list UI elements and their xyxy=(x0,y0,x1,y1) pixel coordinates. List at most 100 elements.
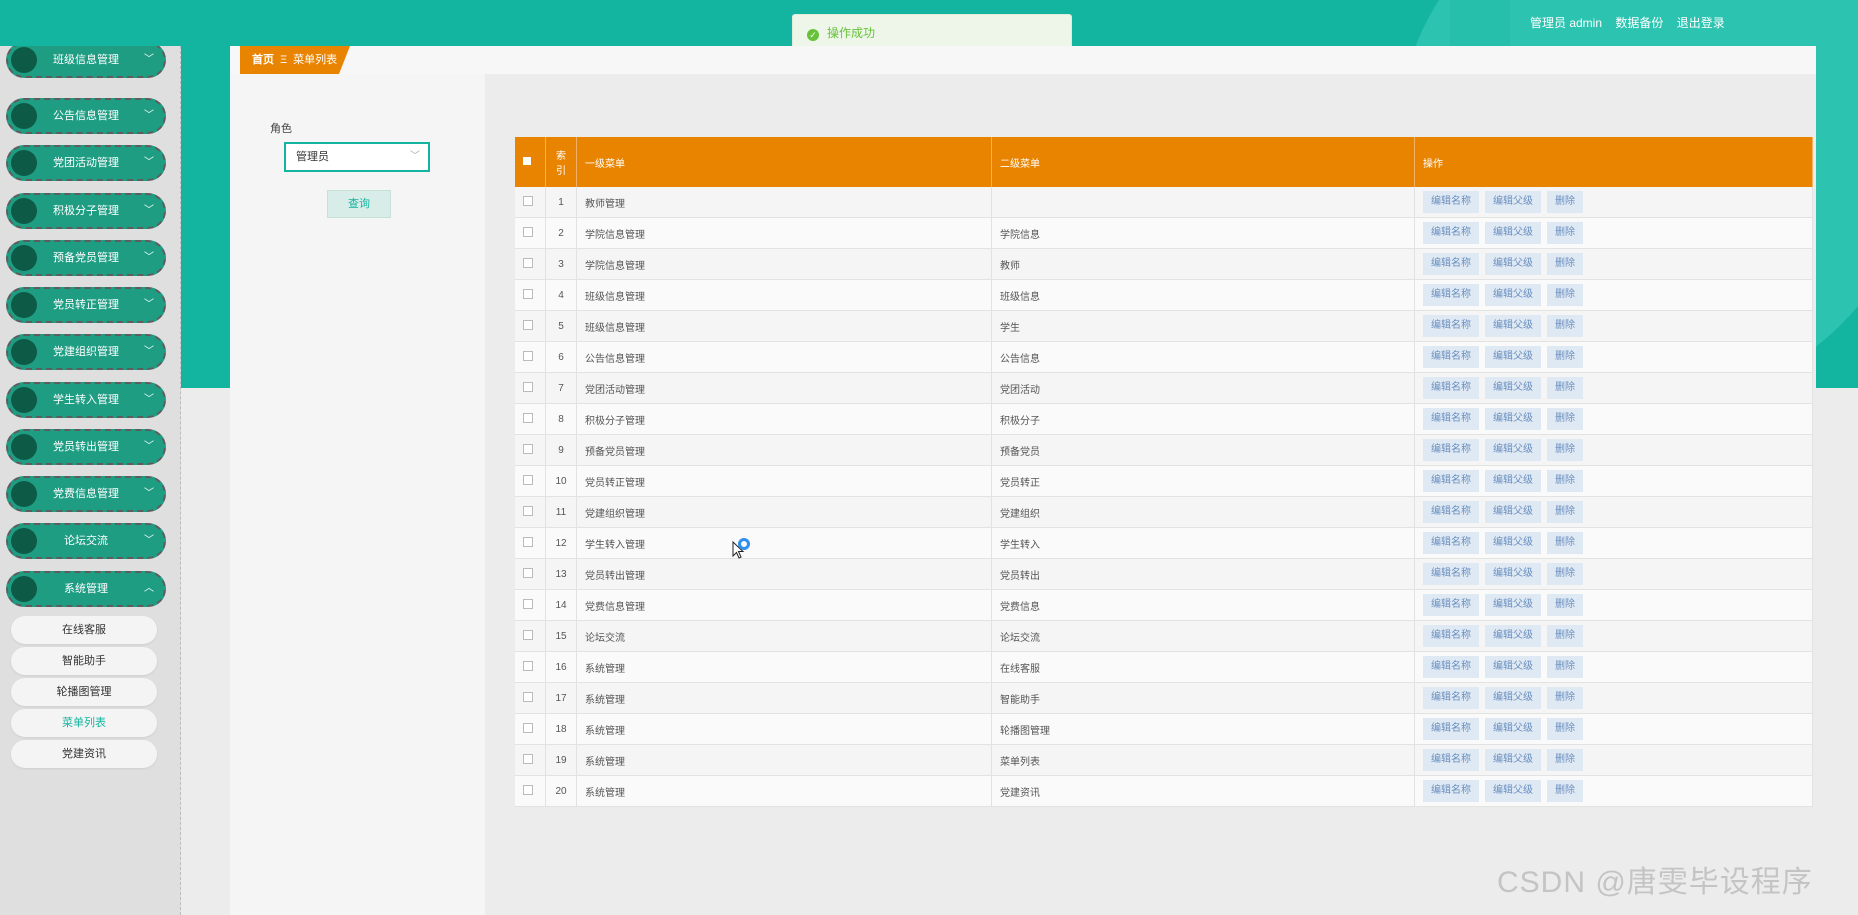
edit-name-button[interactable]: 编辑名称 xyxy=(1423,284,1479,306)
edit-name-button[interactable]: 编辑名称 xyxy=(1423,222,1479,244)
row-checkbox[interactable] xyxy=(523,598,533,609)
sidebar-sub-item[interactable]: 轮播图管理 xyxy=(11,678,157,706)
edit-parent-button[interactable]: 编辑父级 xyxy=(1485,222,1541,244)
row-select-cell[interactable] xyxy=(515,248,546,280)
edit-parent-button[interactable]: 编辑父级 xyxy=(1485,780,1541,802)
sidebar-menu-item[interactable]: 党费信息管理 ﹀ xyxy=(6,476,166,512)
edit-parent-button[interactable]: 编辑父级 xyxy=(1485,253,1541,275)
edit-parent-button[interactable]: 编辑父级 xyxy=(1485,625,1541,647)
delete-button[interactable]: 删除 xyxy=(1547,346,1583,368)
row-checkbox[interactable] xyxy=(523,288,533,299)
row-select-cell[interactable] xyxy=(515,496,546,528)
edit-name-button[interactable]: 编辑名称 xyxy=(1423,656,1479,678)
delete-button[interactable]: 删除 xyxy=(1547,253,1583,275)
sidebar-sub-item[interactable]: 党建资讯 xyxy=(11,740,157,768)
edit-name-button[interactable]: 编辑名称 xyxy=(1423,625,1479,647)
edit-name-button[interactable]: 编辑名称 xyxy=(1423,687,1479,709)
delete-button[interactable]: 删除 xyxy=(1547,656,1583,678)
row-select-cell[interactable] xyxy=(515,310,546,342)
row-checkbox[interactable] xyxy=(523,474,533,485)
row-select-cell[interactable] xyxy=(515,279,546,311)
sidebar-menu-item[interactable]: 积极分子管理 ﹀ xyxy=(6,193,166,229)
edit-name-button[interactable]: 编辑名称 xyxy=(1423,594,1479,616)
edit-parent-button[interactable]: 编辑父级 xyxy=(1485,687,1541,709)
edit-parent-button[interactable]: 编辑父级 xyxy=(1485,346,1541,368)
row-select-cell[interactable] xyxy=(515,372,546,404)
row-select-cell[interactable] xyxy=(515,558,546,590)
row-checkbox[interactable] xyxy=(523,350,533,361)
delete-button[interactable]: 删除 xyxy=(1547,377,1583,399)
breadcrumb-home[interactable]: 首页 xyxy=(252,54,274,66)
edit-parent-button[interactable]: 编辑父级 xyxy=(1485,315,1541,337)
edit-name-button[interactable]: 编辑名称 xyxy=(1423,532,1479,554)
row-select-cell[interactable] xyxy=(515,713,546,745)
row-select-cell[interactable] xyxy=(515,651,546,683)
sidebar-sub-item[interactable]: 在线客服 xyxy=(11,616,157,644)
sidebar-menu-item[interactable]: 党员转正管理 ﹀ xyxy=(6,287,166,323)
delete-button[interactable]: 删除 xyxy=(1547,780,1583,802)
role-select[interactable]: 管理员 ﹀ xyxy=(284,142,430,172)
row-select-cell[interactable] xyxy=(515,217,546,249)
sidebar-menu-item[interactable]: 党员转出管理 ﹀ xyxy=(6,429,166,465)
edit-parent-button[interactable]: 编辑父级 xyxy=(1485,408,1541,430)
delete-button[interactable]: 删除 xyxy=(1547,439,1583,461)
sidebar-menu-item[interactable]: 学生转入管理 ﹀ xyxy=(6,382,166,418)
row-select-cell[interactable] xyxy=(515,682,546,714)
edit-parent-button[interactable]: 编辑父级 xyxy=(1485,439,1541,461)
logout-link[interactable]: 退出登录 xyxy=(1677,16,1725,30)
edit-parent-button[interactable]: 编辑父级 xyxy=(1485,377,1541,399)
row-checkbox[interactable] xyxy=(523,567,533,578)
row-select-cell[interactable] xyxy=(515,187,546,218)
sidebar-sub-item[interactable]: 智能助手 xyxy=(11,647,157,675)
edit-name-button[interactable]: 编辑名称 xyxy=(1423,780,1479,802)
sidebar-menu-item[interactable]: 党建组织管理 ﹀ xyxy=(6,334,166,370)
edit-name-button[interactable]: 编辑名称 xyxy=(1423,439,1479,461)
row-select-cell[interactable] xyxy=(515,341,546,373)
row-checkbox[interactable] xyxy=(523,195,533,206)
row-checkbox[interactable] xyxy=(523,784,533,795)
row-checkbox[interactable] xyxy=(523,226,533,237)
sidebar-menu-item[interactable]: 论坛交流 ﹀ xyxy=(6,523,166,559)
row-checkbox[interactable] xyxy=(523,319,533,330)
delete-button[interactable]: 删除 xyxy=(1547,687,1583,709)
edit-parent-button[interactable]: 编辑父级 xyxy=(1485,718,1541,740)
edit-parent-button[interactable]: 编辑父级 xyxy=(1485,501,1541,523)
edit-name-button[interactable]: 编辑名称 xyxy=(1423,749,1479,771)
row-checkbox[interactable] xyxy=(523,257,533,268)
delete-button[interactable]: 删除 xyxy=(1547,718,1583,740)
select-all-checkbox[interactable] xyxy=(523,156,531,165)
edit-parent-button[interactable]: 编辑父级 xyxy=(1485,563,1541,585)
row-checkbox[interactable] xyxy=(523,753,533,764)
row-checkbox[interactable] xyxy=(523,443,533,454)
delete-button[interactable]: 删除 xyxy=(1547,749,1583,771)
edit-parent-button[interactable]: 编辑父级 xyxy=(1485,191,1541,213)
row-checkbox[interactable] xyxy=(523,536,533,547)
delete-button[interactable]: 删除 xyxy=(1547,284,1583,306)
edit-parent-button[interactable]: 编辑父级 xyxy=(1485,532,1541,554)
delete-button[interactable]: 删除 xyxy=(1547,594,1583,616)
delete-button[interactable]: 删除 xyxy=(1547,501,1583,523)
sidebar-menu-item[interactable]: 公告信息管理 ﹀ xyxy=(6,98,166,134)
row-select-cell[interactable] xyxy=(515,775,546,807)
edit-parent-button[interactable]: 编辑父级 xyxy=(1485,749,1541,771)
edit-parent-button[interactable]: 编辑父级 xyxy=(1485,284,1541,306)
delete-button[interactable]: 删除 xyxy=(1547,625,1583,647)
sidebar-menu-item[interactable]: 党团活动管理 ﹀ xyxy=(6,145,166,181)
edit-name-button[interactable]: 编辑名称 xyxy=(1423,563,1479,585)
query-button[interactable]: 查询 xyxy=(327,190,391,218)
row-select-cell[interactable] xyxy=(515,465,546,497)
delete-button[interactable]: 删除 xyxy=(1547,532,1583,554)
edit-name-button[interactable]: 编辑名称 xyxy=(1423,315,1479,337)
row-checkbox[interactable] xyxy=(523,629,533,640)
row-select-cell[interactable] xyxy=(515,744,546,776)
delete-button[interactable]: 删除 xyxy=(1547,315,1583,337)
delete-button[interactable]: 删除 xyxy=(1547,563,1583,585)
edit-name-button[interactable]: 编辑名称 xyxy=(1423,191,1479,213)
row-select-cell[interactable] xyxy=(515,403,546,435)
edit-name-button[interactable]: 编辑名称 xyxy=(1423,408,1479,430)
delete-button[interactable]: 删除 xyxy=(1547,191,1583,213)
row-checkbox[interactable] xyxy=(523,381,533,392)
edit-name-button[interactable]: 编辑名称 xyxy=(1423,346,1479,368)
row-checkbox[interactable] xyxy=(523,660,533,671)
select-all-header[interactable] xyxy=(515,137,546,187)
